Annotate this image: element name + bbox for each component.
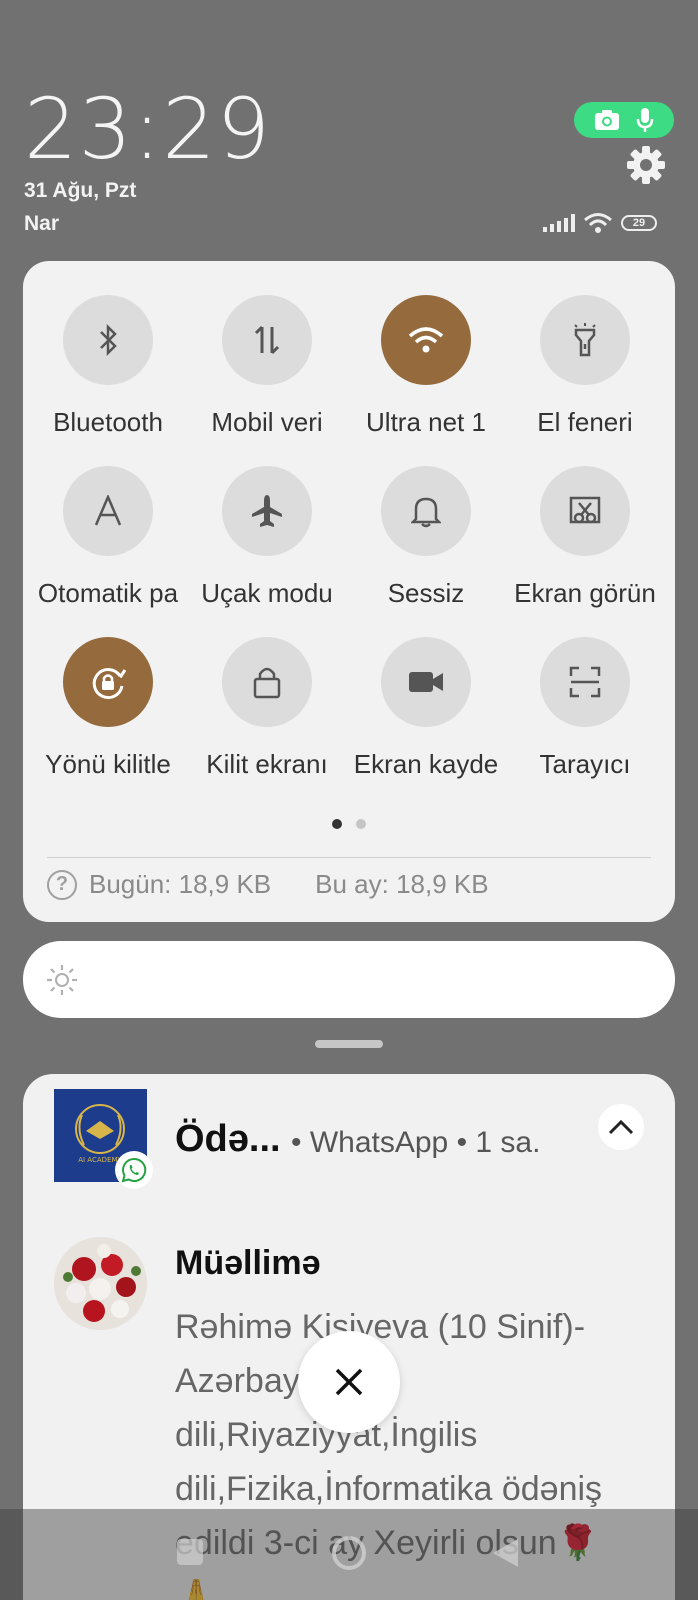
bluetooth-icon (63, 295, 153, 385)
airplane-icon (222, 466, 312, 556)
carrier-name: Nar (24, 212, 60, 235)
rotation-lock-icon (63, 637, 153, 727)
notification-title: Ödə... (175, 1118, 281, 1160)
brightness-slider[interactable] (23, 941, 675, 1018)
page-indicator (23, 819, 675, 829)
tile-auto-brightness[interactable]: Otomatik pa (28, 466, 188, 609)
tile-label: Ekran kayde (353, 749, 499, 779)
tile-silent[interactable]: Sessiz (346, 466, 506, 609)
tile-flashlight[interactable]: El feneri (505, 295, 665, 438)
divider (47, 857, 651, 858)
wifi-icon (381, 295, 471, 385)
battery-indicator: 29 (621, 215, 657, 231)
tile-label: Otomatik pa (37, 578, 179, 608)
tile-label: Yönü kilitle (45, 749, 171, 779)
usage-today: Bugün: 18,9 KB (89, 869, 272, 899)
recents-icon[interactable] (175, 1537, 205, 1567)
flowers-avatar-image (54, 1237, 147, 1330)
tile-screenshot[interactable]: Ekran görün (505, 466, 665, 609)
clock: 23:29 (24, 80, 272, 178)
home-icon[interactable] (331, 1535, 367, 1571)
tile-label: Kilit ekranı (206, 749, 328, 779)
whatsapp-icon (115, 1151, 153, 1189)
tile-label: Tarayıcı (539, 749, 631, 779)
tile-airplane[interactable]: Uçak modu (187, 466, 347, 609)
camera-icon (594, 110, 619, 130)
tile-label: Uçak modu (201, 578, 333, 608)
navigation-bar (0, 1509, 698, 1600)
lock-icon (222, 637, 312, 727)
tile-rotation-lock[interactable]: Yönü kilitle (28, 637, 188, 780)
tile-label: El feneri (537, 407, 633, 437)
page-dot-active (332, 819, 342, 829)
back-icon[interactable] (490, 1537, 520, 1569)
date: 31 Ağu, Pzt (24, 179, 137, 202)
signal-icon (543, 214, 575, 232)
data-usage[interactable]: ? Bugün: 18,9 KB Bu ay: 18,9 KB (47, 869, 489, 900)
tile-label: Mobil veri (211, 407, 323, 437)
chevron-up-icon (608, 1119, 634, 1135)
flashlight-icon (540, 295, 630, 385)
sender-name: Müəllimə (175, 1244, 321, 1282)
settings-gear-icon[interactable] (625, 144, 667, 186)
tile-lock-screen[interactable]: Kilit ekranı (187, 637, 347, 780)
tile-bluetooth[interactable]: Bluetooth (28, 295, 188, 438)
usage-month: Bu ay: 18,9 KB (315, 869, 489, 899)
notification-meta: • WhatsApp • 1 sa. (291, 1126, 541, 1159)
status-icons: 29 (543, 212, 657, 234)
sun-icon (47, 965, 77, 995)
tile-label: Bluetooth (53, 407, 163, 437)
clear-all-button[interactable] (298, 1331, 400, 1433)
tile-screen-recorder[interactable]: Ekran kayde (346, 637, 506, 780)
quick-settings-panel: Bluetooth Mobil veri Ultra net 1 El fene… (23, 261, 675, 922)
help-icon: ? (47, 869, 77, 900)
close-icon (335, 1368, 363, 1396)
microphone-icon (636, 108, 653, 132)
tile-mobile-data[interactable]: Mobil veri (187, 295, 347, 438)
wifi-status-icon (584, 213, 612, 233)
drag-handle[interactable] (315, 1040, 383, 1048)
tile-label: Ekran görün (514, 578, 656, 608)
mobile-data-icon (222, 295, 312, 385)
bell-icon (381, 466, 471, 556)
tile-label: Sessiz (387, 578, 465, 608)
screenshot-icon (540, 466, 630, 556)
page-dot (356, 819, 366, 829)
scanner-icon (540, 637, 630, 727)
video-camera-icon (381, 637, 471, 727)
privacy-indicator[interactable] (574, 102, 674, 138)
auto-brightness-icon (63, 466, 153, 556)
avatar (54, 1237, 147, 1330)
tile-label: Ultra net 1 (366, 407, 486, 437)
tile-scanner[interactable]: Tarayıcı (505, 637, 665, 780)
tile-wifi[interactable]: Ultra net 1 (346, 295, 506, 438)
collapse-button[interactable] (598, 1104, 644, 1150)
